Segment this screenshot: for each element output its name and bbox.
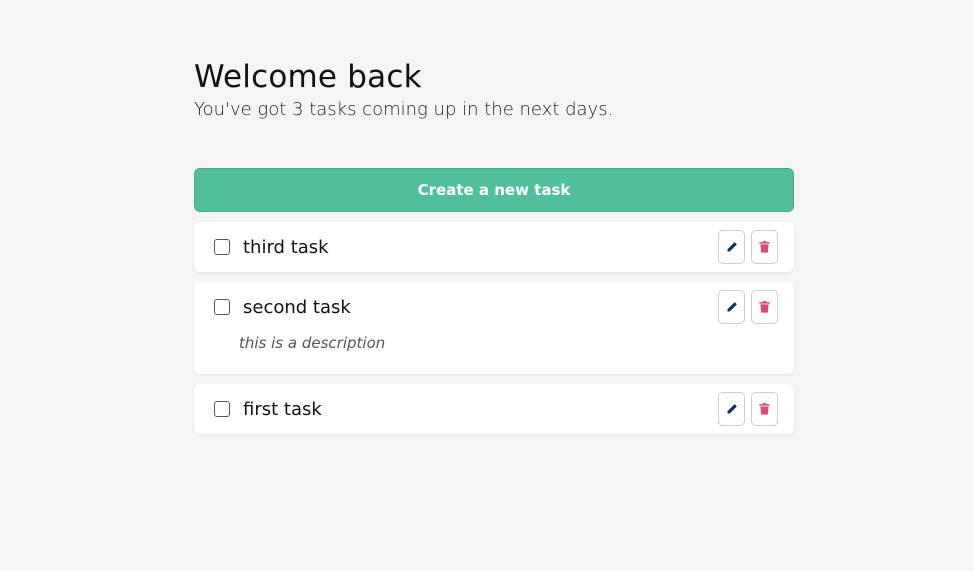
task-card: second task this is a description xyxy=(194,282,794,374)
pencil-icon xyxy=(727,404,737,414)
task-card: third task xyxy=(194,222,794,272)
trash-icon xyxy=(759,241,770,253)
task-row: second task xyxy=(214,282,778,332)
delete-task-button[interactable] xyxy=(751,392,778,426)
edit-task-button[interactable] xyxy=(718,392,745,426)
pencil-icon xyxy=(727,242,737,252)
task-title: third task xyxy=(243,236,329,258)
task-row: first task xyxy=(214,384,778,434)
task-title: first task xyxy=(243,398,322,420)
task-actions xyxy=(718,230,778,264)
page-subtitle: You've got 3 tasks coming up in the next… xyxy=(194,99,614,120)
pencil-icon xyxy=(727,302,737,312)
main-container: Welcome back You've got 3 tasks coming u… xyxy=(194,58,794,434)
page-title: Welcome back xyxy=(194,59,422,95)
delete-task-button[interactable] xyxy=(751,290,778,324)
trash-icon xyxy=(759,403,770,415)
create-task-button[interactable]: Create a new task xyxy=(194,168,794,212)
task-row: third task xyxy=(214,222,778,272)
task-checkbox[interactable] xyxy=(214,401,230,417)
task-actions xyxy=(718,392,778,426)
delete-task-button[interactable] xyxy=(751,230,778,264)
task-checkbox[interactable] xyxy=(214,299,230,315)
task-actions xyxy=(718,290,778,324)
task-checkbox[interactable] xyxy=(214,239,230,255)
edit-task-button[interactable] xyxy=(718,290,745,324)
trash-icon xyxy=(759,301,770,313)
task-title: second task xyxy=(243,296,351,318)
task-description: this is a description xyxy=(239,334,386,352)
edit-task-button[interactable] xyxy=(718,230,745,264)
task-card: first task xyxy=(194,384,794,434)
